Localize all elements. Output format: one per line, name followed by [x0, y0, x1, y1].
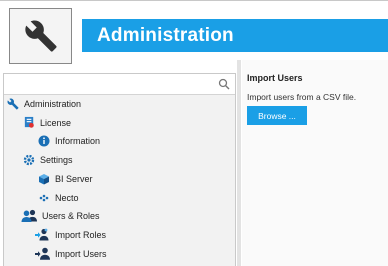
section-title: Import Users: [247, 73, 303, 83]
tree-item-import-users[interactable]: Import Users: [35, 245, 107, 262]
tree-item-label: BI Server: [55, 173, 93, 184]
search-bar: [4, 74, 235, 95]
license-icon: [22, 116, 36, 130]
tree-item-information[interactable]: Information: [37, 132, 100, 149]
tree-item-label: Settings: [40, 154, 73, 165]
app-logo: [9, 8, 72, 64]
section-description: Import users from a CSV file.: [247, 92, 357, 102]
header-bar: Administration: [82, 19, 388, 52]
search-input[interactable]: [4, 74, 214, 94]
tree-item-label: Users & Roles: [42, 210, 100, 221]
cube-icon: [37, 172, 51, 186]
page-title: Administration: [97, 24, 234, 46]
tree-item-bi-server[interactable]: BI Server: [37, 170, 93, 187]
tree-item-import-roles[interactable]: Import Roles: [35, 226, 106, 243]
necto-icon: [37, 191, 51, 205]
wrench-icon: [6, 97, 20, 111]
import-roles-icon: [35, 228, 51, 242]
wrench-icon: [24, 20, 57, 52]
browse-button[interactable]: Browse ...: [247, 106, 307, 125]
import-users-icon: [35, 247, 51, 261]
tree-item-label: Import Roles: [55, 229, 107, 240]
tree-item-license[interactable]: License: [22, 114, 71, 131]
tree-item-label: Necto: [55, 192, 79, 203]
tree-item-label: License: [40, 117, 72, 128]
nav-tree: Administration License Information Setti…: [4, 95, 235, 266]
panel-divider[interactable]: [237, 60, 241, 266]
users-icon: [20, 209, 38, 223]
tree-item-label: Import Users: [55, 248, 107, 259]
tree-item-label: Information: [55, 135, 101, 146]
top-border: [0, 0, 388, 5]
tree-item-label: Administration: [24, 98, 82, 109]
tree-item-necto[interactable]: Necto: [37, 189, 79, 206]
gear-icon: [22, 153, 36, 167]
search-icon[interactable]: [218, 78, 230, 90]
import-users-panel: Import Users Import users from a CSV fil…: [242, 60, 388, 266]
tree-item-administration[interactable]: Administration: [6, 95, 81, 112]
tree-item-settings[interactable]: Settings: [22, 151, 73, 168]
tree-item-users-roles[interactable]: Users & Roles: [20, 207, 100, 224]
info-icon: [37, 134, 51, 148]
sidebar: Administration License Information Setti…: [3, 73, 236, 266]
